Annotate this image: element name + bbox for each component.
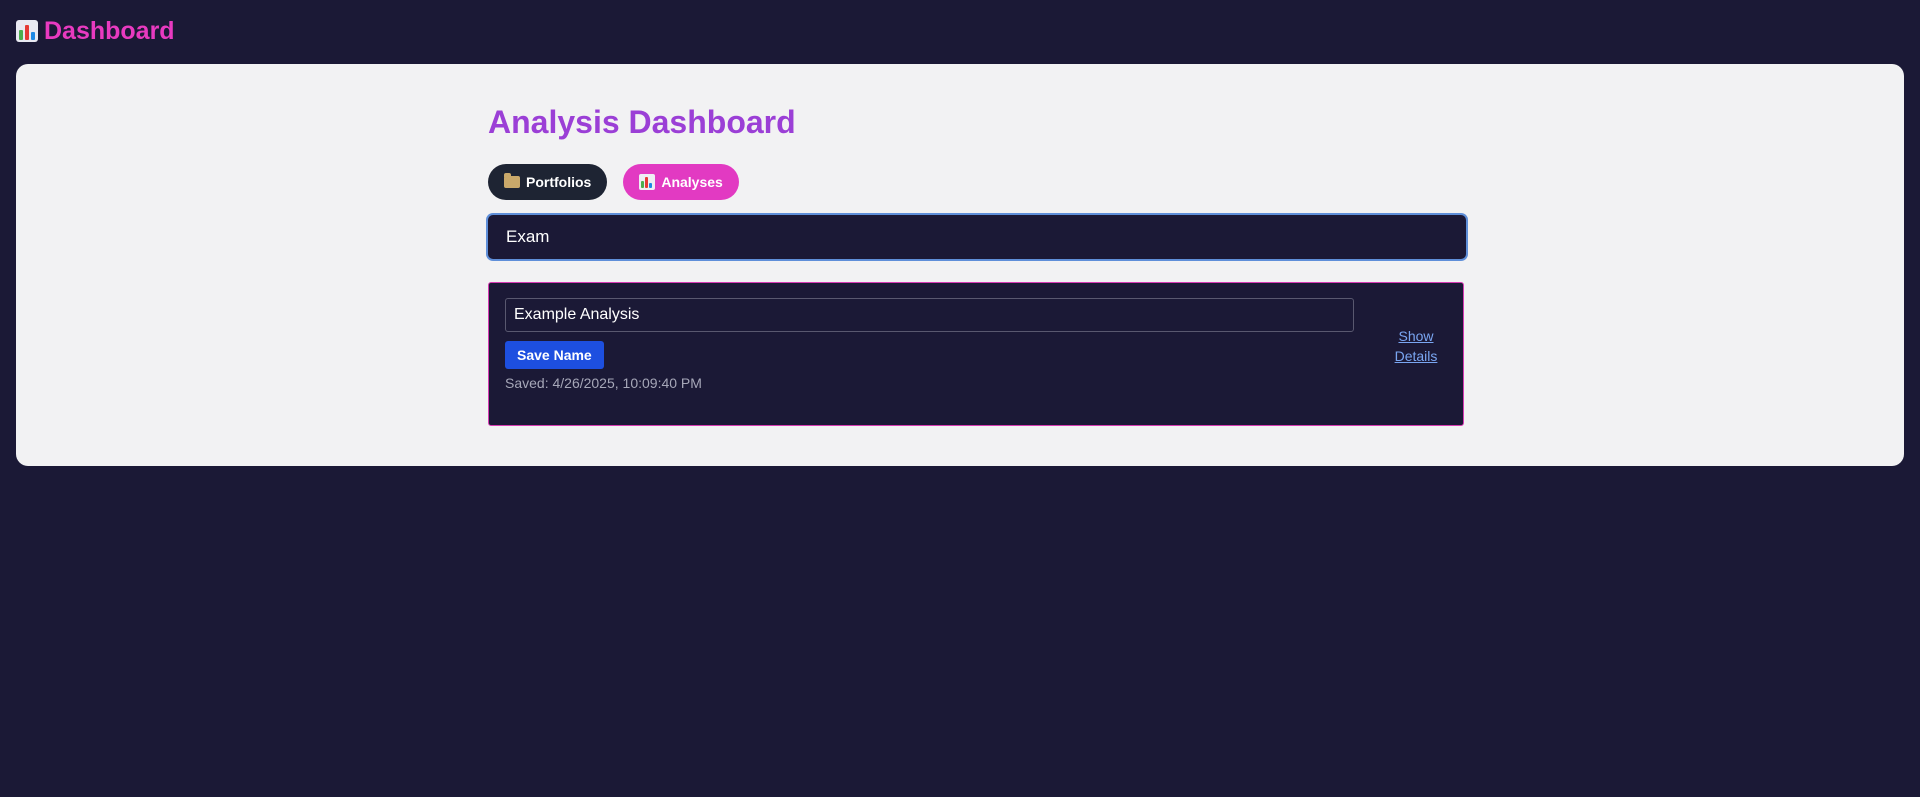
top-bar: Dashboard (16, 14, 175, 48)
bar-chart-icon (16, 20, 38, 42)
show-details-link[interactable]: Show Details (1381, 326, 1451, 366)
tab-label: Analyses (661, 174, 723, 190)
app-title[interactable]: Dashboard (44, 17, 175, 46)
analysis-name-input[interactable] (505, 298, 1354, 332)
folder-icon (504, 173, 520, 188)
tab-bar: Portfolios Analyses (488, 164, 739, 200)
saved-timestamp: Saved: 4/26/2025, 10:09:40 PM (505, 375, 702, 391)
main-panel: Analysis Dashboard Portfolios Analyses S… (16, 64, 1904, 466)
page-title: Analysis Dashboard (488, 104, 796, 140)
tab-label: Portfolios (526, 174, 592, 190)
tab-portfolios[interactable]: Portfolios (488, 164, 608, 200)
tab-analyses[interactable]: Analyses (623, 164, 739, 200)
analysis-card: Save Name Saved: 4/26/2025, 10:09:40 PM … (488, 282, 1464, 426)
search-input[interactable] (488, 215, 1466, 259)
bar-chart-icon (639, 174, 656, 190)
save-name-button[interactable]: Save Name (505, 341, 604, 369)
